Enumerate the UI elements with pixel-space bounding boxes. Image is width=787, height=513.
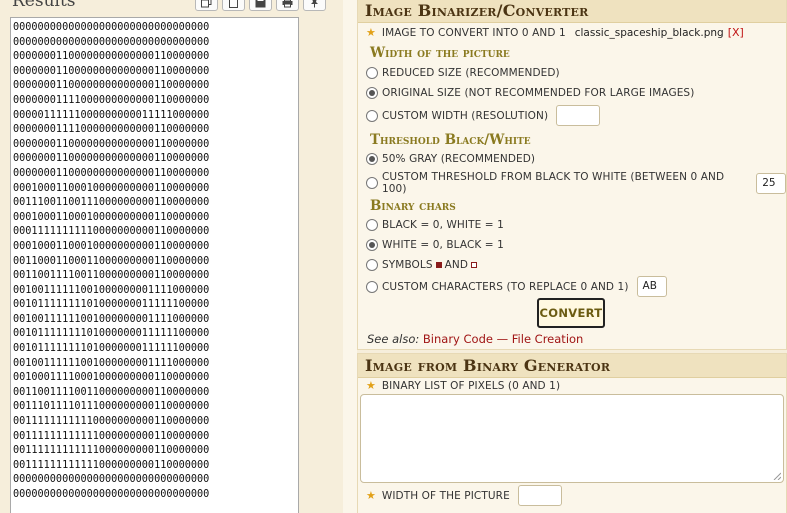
print-icon[interactable] — [276, 0, 299, 11]
threshold-option-custom[interactable]: Custom threshold from black to white (be… — [366, 171, 786, 195]
radio-black-0[interactable] — [366, 219, 378, 231]
save-icon[interactable] — [249, 0, 272, 11]
radio-custom-chars[interactable] — [366, 280, 378, 293]
panel-divider — [343, 0, 357, 513]
generator-title: Image from Binary Generator — [358, 354, 786, 378]
custom-chars-input[interactable]: AB — [636, 276, 667, 297]
radio-custom-width[interactable] — [366, 109, 378, 122]
see-also-label: See also: — [367, 332, 420, 346]
generator-width-input[interactable] — [517, 485, 562, 506]
width-option-label: Original size (not recommended for large… — [382, 87, 695, 99]
image-upload-row: ★ Image to convert into 0 and 1 classic_… — [366, 26, 744, 39]
results-panel: Results 00000000000000000000000000000000… — [0, 0, 343, 513]
see-also: See also: Binary Code — File Creation — [367, 332, 583, 346]
threshold-input[interactable]: 25 — [756, 172, 786, 194]
threshold-option-50[interactable]: 50% gray (recommended) — [366, 153, 535, 165]
width-option-label: Custom width (resolution) — [382, 109, 549, 122]
black-square-icon — [435, 262, 442, 268]
chars-option-symbols[interactable]: Symbols and — [366, 259, 480, 271]
radio-threshold-50[interactable] — [366, 153, 378, 165]
generator-width-row: ★ Width of the picture — [366, 485, 562, 506]
star-icon: ★ — [366, 489, 376, 502]
generator-panel: Image from Binary Generator ★ Binary lis… — [357, 353, 787, 513]
chars-option-custom[interactable]: Custom characters (to replace 0 and 1) A… — [366, 276, 667, 297]
chars-option-label: and — [444, 259, 469, 271]
pin-icon[interactable] — [303, 0, 326, 11]
width-option-label: Reduced size (recommended) — [382, 67, 560, 79]
star-icon: ★ — [366, 379, 376, 392]
radio-reduced-size[interactable] — [366, 67, 378, 79]
binary-list-textarea[interactable] — [360, 394, 784, 483]
radio-original-size[interactable] — [366, 87, 378, 99]
image-label: Image to convert into 0 and 1 — [381, 26, 566, 39]
see-also-separator: — — [496, 332, 509, 346]
radio-white-0[interactable] — [366, 239, 378, 251]
image-filename[interactable]: classic_spaceship_black.png — [575, 27, 724, 39]
copy-icon[interactable] — [195, 0, 218, 11]
white-square-icon — [471, 262, 478, 268]
threshold-option-label: Custom threshold from black to white (be… — [382, 171, 725, 195]
width-heading: Width of the picture — [370, 45, 510, 61]
chars-option-label: Symbols — [382, 259, 433, 271]
chars-option-black0[interactable]: Black = 0, White = 1 — [366, 219, 504, 231]
width-option-custom[interactable]: Custom width (resolution) — [366, 105, 601, 126]
binarizer-panel: Image Binarizer/Converter ★ Image to con… — [357, 0, 787, 350]
generator-width-label: Width of the picture — [381, 489, 510, 502]
radio-symbols[interactable] — [366, 259, 378, 271]
radio-threshold-custom[interactable] — [366, 177, 378, 189]
threshold-heading: Threshold Black/White — [370, 132, 531, 148]
remove-image-button[interactable]: [X] — [728, 26, 744, 39]
custom-width-input[interactable] — [556, 105, 601, 126]
chars-option-label: White = 0, Black = 1 — [382, 239, 504, 251]
binary-list-row: ★ Binary list of pixels (0 and 1) — [366, 379, 560, 392]
results-toolbar — [195, 0, 326, 11]
clipboard-icon[interactable] — [222, 0, 245, 11]
link-file-creation[interactable]: File Creation — [512, 332, 584, 346]
resize-handle-icon[interactable] — [773, 472, 781, 480]
chars-option-label: Black = 0, White = 1 — [382, 219, 504, 231]
results-title: Results — [12, 0, 76, 11]
width-option-original[interactable]: Original size (not recommended for large… — [366, 87, 694, 99]
chars-option-label: Custom characters (to replace 0 and 1) — [382, 280, 629, 293]
star-icon: ★ — [366, 26, 376, 39]
binary-list-label: Binary list of pixels (0 and 1) — [381, 379, 561, 392]
threshold-option-label: 50% gray (recommended) — [382, 153, 536, 165]
link-binary-code[interactable]: Binary Code — [423, 332, 493, 346]
chars-option-white0[interactable]: White = 0, Black = 1 — [366, 239, 504, 251]
results-output[interactable]: 00000000000000000000000000000000 0000000… — [10, 17, 299, 513]
convert-button[interactable]: CONVERT — [537, 298, 605, 328]
width-option-reduced[interactable]: Reduced size (recommended) — [366, 67, 560, 79]
binarizer-title: Image Binarizer/Converter — [358, 0, 786, 23]
chars-heading: Binary chars — [370, 198, 456, 214]
